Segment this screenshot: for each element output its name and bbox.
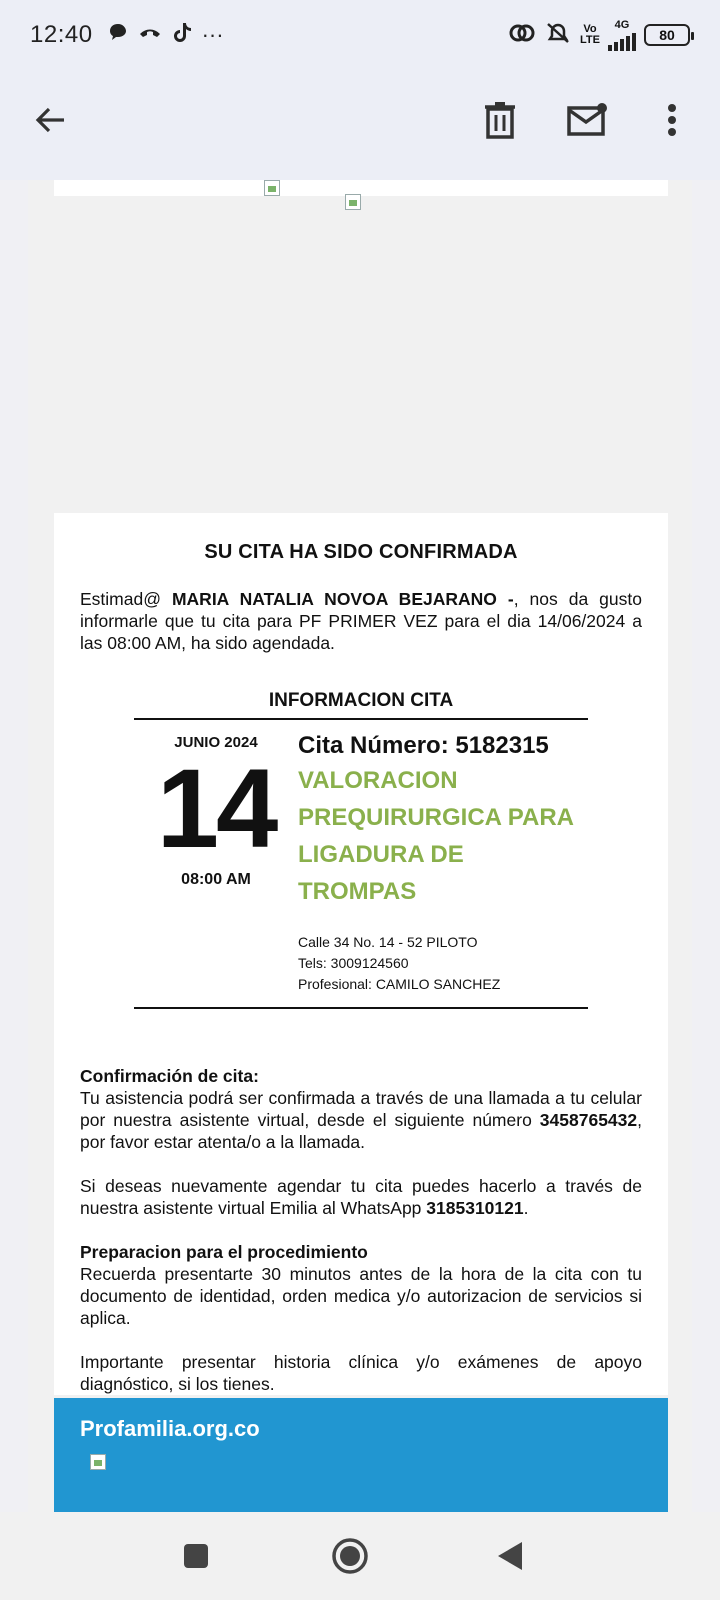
volte-bottom: LTE [580, 34, 600, 46]
reschedule-text-end: . [523, 1198, 529, 1218]
mark-unread-button[interactable] [562, 94, 614, 146]
intro-paragraph: Estimad@ MARIA NATALIA NOVOA BEJARANO -,… [80, 588, 642, 654]
link-icon [508, 22, 536, 49]
footer: Profamilia.org.co [54, 1398, 668, 1512]
confirmation-number[interactable]: 3458765432 [540, 1110, 637, 1130]
reschedule-text: Si deseas nuevamente agendar tu cita pue… [80, 1175, 642, 1219]
info-title: INFORMACION CITA [134, 690, 588, 720]
broken-image-icon [264, 180, 280, 196]
back-nav-button[interactable] [490, 1536, 530, 1576]
app-toolbar [0, 70, 720, 180]
confirmation-heading: Confirmación de cita: [80, 1066, 259, 1086]
triangle-back-icon [498, 1542, 522, 1570]
broken-image-icon [345, 194, 361, 210]
intro-prefix: Estimad@ [80, 589, 172, 609]
status-time: 12:40 [30, 21, 93, 48]
professional: Profesional: CAMILO SANCHEZ [298, 976, 501, 992]
trash-icon [485, 102, 515, 139]
address: Calle 34 No. 14 - 52 PILOTO [298, 934, 478, 950]
important-text: Importante presentar historia clínica y/… [80, 1352, 642, 1394]
network-type: 4G [614, 18, 630, 31]
tiktok-icon [172, 21, 192, 49]
preparation-text: Recuerda presentarte 30 minutos antes de… [80, 1264, 642, 1328]
battery-icon: 80 [644, 24, 694, 46]
detail-column: Cita Número: 5182315 VALORACION PREQUIRU… [298, 732, 588, 995]
cita-number: Cita Número: 5182315 [298, 732, 549, 759]
service-name: VALORACION PREQUIRURGICA PARA LIGADURA D… [298, 767, 574, 905]
appointment-card: SU CITA HA SIDO CONFIRMADA Estimad@ MARI… [54, 513, 668, 1395]
home-button[interactable] [330, 1536, 370, 1576]
recents-button[interactable] [176, 1536, 216, 1576]
whatsapp-number[interactable]: 3185310121 [426, 1198, 523, 1218]
status-bar: 12:40 ··· Vo LTE 4G 80 [0, 0, 720, 70]
home-circle-icon [332, 1538, 368, 1574]
more-options-button[interactable] [646, 94, 698, 146]
chat-bubble-icon [108, 22, 128, 48]
delete-button[interactable] [474, 94, 526, 146]
back-button[interactable] [24, 94, 76, 146]
battery-level: 80 [659, 27, 675, 43]
info-body: JUNIO 2024 14 08:00 AM Cita Número: 5182… [134, 720, 588, 1009]
preparation-heading: Preparacion para el procedimiento [80, 1242, 368, 1262]
mail-unread-icon [567, 103, 607, 136]
patient-name: MARIA NATALIA NOVOA BEJARANO - [171, 589, 514, 609]
more-vert-icon [668, 104, 676, 136]
volte-indicator: Vo LTE [580, 24, 600, 46]
confirmation-title: SU CITA HA SIDO CONFIRMADA [204, 541, 518, 563]
appointment-info-box: INFORMACION CITA JUNIO 2024 14 08:00 AM … [134, 690, 588, 1009]
missed-call-icon [138, 22, 162, 48]
confirmation-section: Confirmación de cita: Tu asistencia podr… [80, 1065, 642, 1395]
more-notifications-icon: ··· [201, 22, 224, 47]
back-arrow-icon [35, 107, 64, 133]
signal-icon [608, 31, 636, 51]
appointment-time: 08:00 AM [181, 871, 251, 888]
confirmation-text: Tu asistencia podrá ser confirmada a tra… [80, 1087, 642, 1153]
alarm-off-icon [544, 21, 572, 50]
phones: Tels: 3009124560 [298, 955, 409, 971]
network-indicator: 4G [608, 18, 636, 51]
square-icon [184, 1544, 208, 1568]
email-body[interactable]: SU CITA HA SIDO CONFIRMADA Estimad@ MARI… [28, 180, 692, 1512]
profamilia-link[interactable]: Profamilia.org.co [80, 1416, 642, 1442]
day-number: 14 [156, 746, 279, 871]
broken-image-icon [90, 1454, 106, 1470]
header-image-strip [54, 180, 668, 196]
date-column: JUNIO 2024 14 08:00 AM [134, 732, 298, 995]
reschedule-text-body: Si deseas nuevamente agendar tu cita pue… [80, 1176, 642, 1218]
system-nav-bar [0, 1512, 720, 1600]
